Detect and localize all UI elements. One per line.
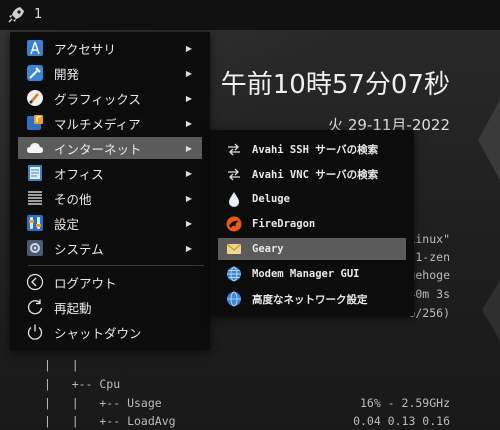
application-menu: アクセサリ ▶ 開発 ▶ グラフィックス ▶ マルチメディア ▶ インターネット… [10, 32, 210, 350]
compass-icon [26, 39, 44, 57]
submenu-item-label: Modem Manager GUI [252, 268, 360, 280]
settings-icon [26, 214, 44, 232]
menu-item-settings[interactable]: 設定 ▶ [18, 212, 202, 234]
menu-item-label: その他 [54, 191, 92, 207]
menu-item-office[interactable]: オフィス ▶ [18, 162, 202, 184]
menu-item-graphics[interactable]: グラフィックス ▶ [18, 87, 202, 109]
menu-item-label: 開発 [54, 66, 80, 82]
submenu-arrow-icon: ▶ [185, 43, 192, 53]
other-icon [26, 189, 44, 207]
conky-host: gehoge [408, 268, 450, 282]
submenu-item-label: Avahi SSH サーバの検索 [252, 143, 379, 156]
menu-item-label: システム [54, 241, 104, 257]
mail-icon [226, 241, 242, 257]
office-icon [26, 164, 44, 182]
deluge-icon [226, 191, 242, 207]
submenu-arrow-icon: ▶ [185, 168, 192, 178]
menu-item-label: 設定 [54, 216, 80, 232]
conky-tree-line: | +-- Cpu [44, 377, 121, 391]
menu-item-reboot[interactable]: 再起動 [18, 296, 202, 318]
logout-icon [26, 273, 44, 291]
internet-submenu: Avahi SSH サーバの検索 Avahi VNC サーバの検索 Deluge… [210, 130, 414, 316]
network-arrows-icon [226, 166, 242, 182]
conky-kernel: -1-zen [408, 250, 450, 264]
conky-tree-line: | | [44, 358, 79, 372]
cloud-icon [26, 139, 44, 157]
conky-tree-line: | | +-- LoadAvg [44, 414, 176, 428]
submenu-item-deluge[interactable]: Deluge [218, 188, 406, 210]
conky-tree-line: | | +-- Usage [44, 396, 162, 410]
conky-clock: 午前10時57分07秒 [220, 70, 450, 100]
menu-item-label: シャットダウン [54, 325, 142, 341]
rocket-icon[interactable] [6, 5, 26, 25]
wallpaper-facet [478, 100, 500, 180]
menu-item-development[interactable]: 開発 ▶ [18, 62, 202, 84]
submenu-item-advanced-network[interactable]: 高度なネットワーク設定 [218, 288, 406, 310]
menu-divider [28, 265, 204, 266]
multimedia-icon [26, 114, 44, 132]
menu-item-accessories[interactable]: アクセサリ ▶ [18, 37, 202, 59]
menu-item-label: グラフィックス [54, 91, 141, 107]
globe-icon [226, 266, 242, 282]
network-arrows-icon [226, 141, 242, 157]
network-globe-icon [226, 291, 242, 307]
submenu-item-geary[interactable]: Geary [218, 238, 406, 260]
conky-procs: 6/256) [408, 306, 450, 320]
submenu-arrow-icon: ▶ [185, 68, 192, 78]
firedragon-icon [226, 216, 242, 232]
submenu-item-label: Avahi VNC サーバの検索 [252, 168, 379, 181]
menu-item-system[interactable]: システム ▶ [18, 237, 202, 259]
submenu-item-avahi-ssh[interactable]: Avahi SSH サーバの検索 [218, 138, 406, 160]
conky-uptime: 40m 3s [408, 287, 450, 301]
workspace-indicator[interactable]: 1 [34, 7, 42, 22]
menu-item-label: オフィス [54, 166, 104, 182]
system-icon [26, 239, 44, 257]
submenu-arrow-icon: ▶ [185, 143, 192, 153]
menu-item-multimedia[interactable]: マルチメディア ▶ [18, 112, 202, 134]
top-panel: 1 [0, 0, 500, 30]
submenu-arrow-icon: ▶ [185, 193, 192, 203]
menu-item-label: インターネット [54, 141, 142, 157]
submenu-item-label: Geary [252, 243, 284, 255]
submenu-item-modem-manager[interactable]: Modem Manager GUI [218, 263, 406, 285]
submenu-item-label: 高度なネットワーク設定 [252, 293, 368, 306]
menu-item-label: 再起動 [54, 300, 92, 316]
development-icon [26, 64, 44, 82]
menu-item-label: マルチメディア [54, 116, 141, 132]
menu-item-internet[interactable]: インターネット ▶ [18, 137, 202, 159]
conky-os: Linux" [408, 232, 450, 246]
menu-item-logout[interactable]: ログアウト [18, 271, 202, 293]
reboot-icon [26, 298, 44, 316]
graphics-icon [26, 89, 44, 107]
menu-item-other[interactable]: その他 ▶ [18, 187, 202, 209]
submenu-item-label: Deluge [252, 193, 290, 205]
submenu-arrow-icon: ▶ [185, 93, 192, 103]
submenu-arrow-icon: ▶ [185, 118, 192, 128]
submenu-arrow-icon: ▶ [185, 218, 192, 228]
conky-loadavg: 0.04 0.13 0.16 [353, 414, 450, 428]
submenu-arrow-icon: ▶ [185, 243, 192, 253]
menu-item-shutdown[interactable]: シャットダウン [18, 321, 202, 343]
menu-item-label: アクセサリ [54, 41, 116, 57]
power-icon [26, 323, 44, 341]
menu-item-label: ログアウト [54, 275, 117, 291]
submenu-item-firedragon[interactable]: FireDragon [218, 213, 406, 235]
wallpaper-facet [482, 280, 500, 340]
submenu-item-label: FireDragon [252, 218, 316, 230]
submenu-item-avahi-vnc[interactable]: Avahi VNC サーバの検索 [218, 163, 406, 185]
conky-cpu-usage: 16% - 2.59GHz [359, 396, 450, 410]
